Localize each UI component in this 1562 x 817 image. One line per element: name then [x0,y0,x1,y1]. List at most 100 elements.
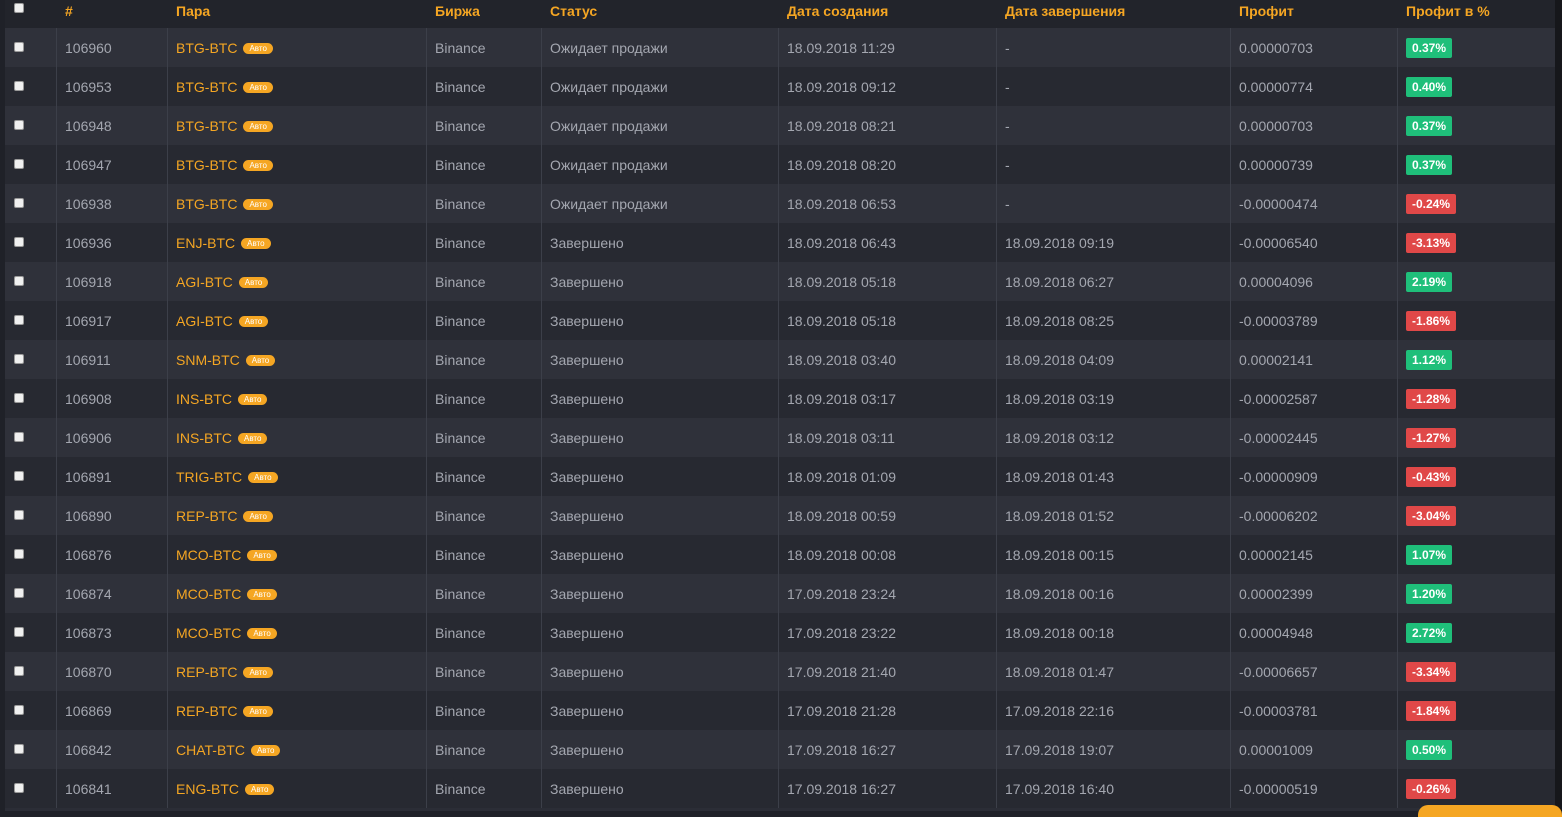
header-select-all-cell [5,0,56,28]
column-divider [426,379,427,418]
row-checkbox[interactable] [14,80,24,91]
row-checkbox[interactable] [14,626,24,637]
cell-id: 106841 [65,780,112,797]
header-pair[interactable]: Пара [167,0,426,28]
column-divider [1230,145,1231,184]
pair-link[interactable]: INS-BTC [176,391,232,407]
table-row[interactable]: 106908 INS-BTC Авто Binance Завершено 18.09.2… [5,379,1555,418]
cell-id: 106891 [65,468,112,485]
header-created[interactable]: Дата создания [778,0,996,28]
column-divider [996,184,997,223]
cell-pair: REP-BTC Авто [167,496,426,535]
column-divider [996,652,997,691]
cell-exchange: Binance [435,390,486,407]
row-checkbox[interactable] [14,665,24,676]
pair-link[interactable]: MCO-BTC [176,586,241,602]
column-divider [1230,67,1231,106]
table-row[interactable]: 106869 REP-BTC Авто Binance Завершено 17.09.2… [5,691,1555,730]
profit-pct-badge: -3.34% [1406,661,1457,682]
row-checkbox[interactable] [14,587,24,598]
cell-profit-pct: -0.24% [1397,184,1555,223]
table-row[interactable]: 106917 AGI-BTC Авто Binance Завершено 18.09.2… [5,301,1555,340]
column-divider [1230,535,1231,574]
pair-link[interactable]: MCO-BTC [176,547,241,563]
pair-link[interactable]: TRIG-BTC [176,469,242,485]
column-divider [541,574,542,613]
row-checkbox[interactable] [14,158,24,169]
table-row[interactable]: 106948 BTG-BTC Авто Binance Ожидает продажи 1… [5,106,1555,145]
row-checkbox[interactable] [14,197,24,208]
column-divider [1397,106,1398,145]
table-row[interactable]: 106891 TRIG-BTC Авто Binance Завершено 18.09.… [5,457,1555,496]
column-divider [56,67,57,106]
column-divider [778,652,779,691]
header-profit-pct[interactable]: Профит в % [1397,0,1555,28]
table-row[interactable]: 106870 REP-BTC Авто Binance Завершено 17.09.2… [5,652,1555,691]
pair-link[interactable]: BTG-BTC [176,196,237,212]
table-row[interactable]: 106842 CHAT-BTC Авто Binance Завершено 17.09.… [5,730,1555,769]
table-row[interactable]: 106918 AGI-BTC Авто Binance Завершено 18.09.2… [5,262,1555,301]
pair-link[interactable]: INS-BTC [176,430,232,446]
cell-exchange: Binance [435,117,486,134]
column-divider [996,223,997,262]
table-row[interactable]: 106960 BTG-BTC Авто Binance Ожидает продажи 1… [5,28,1555,67]
row-checkbox[interactable] [14,470,24,481]
row-checkbox[interactable] [14,704,24,715]
row-checkbox[interactable] [14,782,24,793]
header-exchange[interactable]: Биржа [426,0,541,28]
header-status[interactable]: Статус [541,0,778,28]
column-divider [996,28,997,67]
table-row[interactable]: 106911 SNM-BTC Авто Binance Завершено 18.09.2… [5,340,1555,379]
column-divider [167,535,168,574]
cell-created: 18.09.2018 08:21 [787,117,896,134]
pair-link[interactable]: BTG-BTC [176,157,237,173]
cell-created: 18.09.2018 08:20 [787,156,896,173]
table-row[interactable]: 106906 INS-BTC Авто Binance Завершено 18.09.2… [5,418,1555,457]
cell-finished: 18.09.2018 00:15 [1005,546,1114,563]
row-checkbox[interactable] [14,119,24,130]
pair-link[interactable]: BTG-BTC [176,40,237,56]
pair-link[interactable]: BTG-BTC [176,118,237,134]
pair-link[interactable]: REP-BTC [176,664,237,680]
pair-link[interactable]: REP-BTC [176,508,237,524]
column-divider [56,418,57,457]
table-row[interactable]: 106938 BTG-BTC Авто Binance Ожидает продажи 1… [5,184,1555,223]
table-row[interactable]: 106873 MCO-BTC Авто Binance Завершено 17.09.2… [5,613,1555,652]
row-checkbox[interactable] [14,41,24,52]
row-checkbox[interactable] [14,509,24,520]
row-checkbox[interactable] [14,236,24,247]
pair-link[interactable]: REP-BTC [176,703,237,719]
header-finished[interactable]: Дата завершения [996,0,1230,28]
pair-link[interactable]: SNM-BTC [176,352,240,368]
table-row[interactable]: 106890 REP-BTC Авто Binance Завершено 18.09.2… [5,496,1555,535]
pair-link[interactable]: BTG-BTC [176,79,237,95]
row-checkbox[interactable] [14,353,24,364]
cell-id: 106876 [65,546,112,563]
row-checkbox[interactable] [14,314,24,325]
pair-link[interactable]: AGI-BTC [176,274,233,290]
table-row[interactable]: 106876 MCO-BTC Авто Binance Завершено 18.09.2… [5,535,1555,574]
table-row[interactable]: 106953 BTG-BTC Авто Binance Ожидает продажи 1… [5,67,1555,106]
floating-action-button[interactable] [1418,805,1562,817]
row-checkbox[interactable] [14,392,24,403]
header-profit[interactable]: Профит [1230,0,1397,28]
cell-status: Завершено [550,624,624,641]
select-all-checkbox[interactable] [14,3,24,13]
table-row[interactable]: 106841 ENG-BTC Авто Binance Завершено 17.09.2… [5,769,1555,808]
cell-finished: 17.09.2018 22:16 [1005,702,1114,719]
scrollbar-track[interactable] [1555,0,1562,811]
pair-link[interactable]: ENJ-BTC [176,235,235,251]
table-row[interactable]: 106874 MCO-BTC Авто Binance Завершено 17.09.2… [5,574,1555,613]
pair-link[interactable]: AGI-BTC [176,313,233,329]
row-checkbox[interactable] [14,275,24,286]
row-checkbox[interactable] [14,431,24,442]
pair-link[interactable]: MCO-BTC [176,625,241,641]
table-row[interactable]: 106936 ENJ-BTC Авто Binance Завершено 18.09.2… [5,223,1555,262]
pair-link[interactable]: ENG-BTC [176,781,239,797]
row-checkbox[interactable] [14,548,24,559]
row-checkbox[interactable] [14,743,24,754]
pair-link[interactable]: CHAT-BTC [176,742,245,758]
column-divider [426,28,427,67]
header-id[interactable]: # [56,0,167,28]
table-row[interactable]: 106947 BTG-BTC Авто Binance Ожидает продажи 1… [5,145,1555,184]
